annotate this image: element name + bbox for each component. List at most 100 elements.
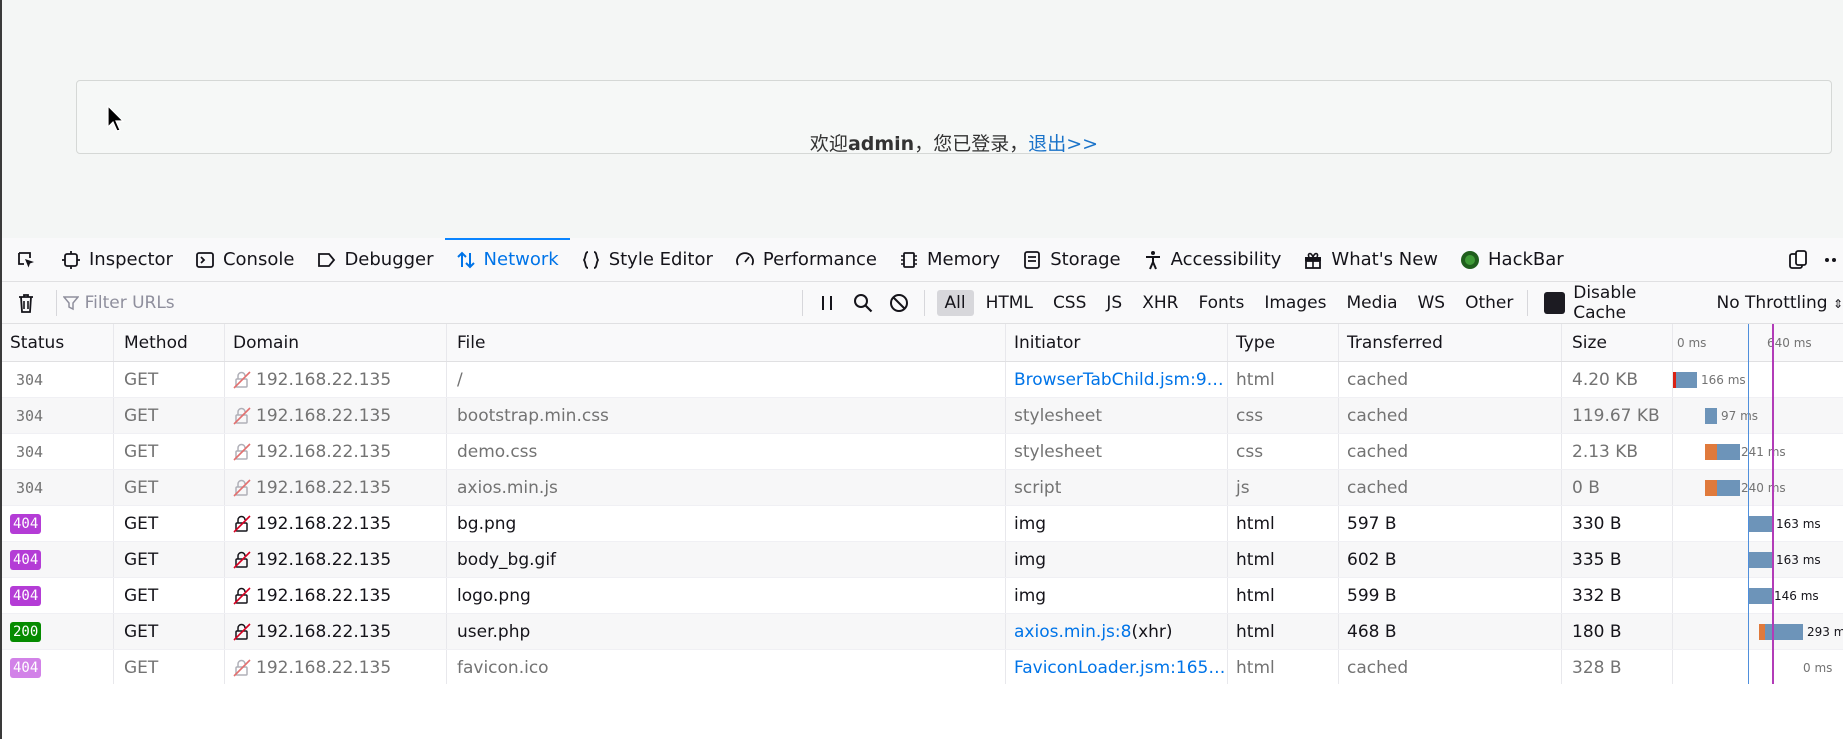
pause-button[interactable] — [809, 294, 845, 312]
filter-images-button[interactable]: Images — [1256, 290, 1334, 316]
insecure-lock-icon — [233, 442, 251, 461]
domain-cell: 192.168.22.135 — [225, 542, 447, 577]
table-row[interactable]: 404 GET 192.168.22.135 favicon.ico Favic… — [2, 650, 1843, 686]
table-row[interactable]: 304 GET 192.168.22.135 / BrowserTabChild… — [2, 362, 1843, 398]
method-cell: GET — [114, 506, 225, 541]
tab-network[interactable]: Network — [444, 238, 570, 281]
responsive-design-icon[interactable] — [1787, 249, 1809, 271]
column-header-status[interactable]: Status — [2, 324, 114, 361]
waterfall-cell: 97 ms — [1673, 398, 1843, 433]
gift-icon — [1305, 252, 1322, 269]
waterfall-receive-bar — [1676, 372, 1697, 388]
type-cell: html — [1228, 362, 1339, 397]
table-row[interactable]: 404 GET 192.168.22.135 logo.png img html… — [2, 578, 1843, 614]
throttling-select[interactable]: No Throttling ⇕ — [1717, 293, 1843, 313]
filter-html-button[interactable]: HTML — [978, 290, 1041, 316]
tab-console[interactable]: Console — [184, 238, 305, 281]
tab-inspector[interactable]: Inspector — [50, 238, 184, 281]
tab-debugger[interactable]: Debugger — [305, 238, 444, 281]
domain-text: 192.168.22.135 — [256, 621, 392, 642]
tab-memory[interactable]: Memory — [888, 238, 1011, 281]
column-header-transferred[interactable]: Transferred — [1339, 324, 1562, 361]
block-icon — [890, 293, 909, 312]
table-row[interactable]: 404 GET 192.168.22.135 bg.png img html 5… — [2, 506, 1843, 542]
select-arrows-icon: ⇕ — [1832, 296, 1843, 311]
tab-label: Style Editor — [608, 249, 713, 270]
type-cell: html — [1228, 578, 1339, 613]
column-header-method[interactable]: Method — [114, 324, 225, 361]
element-picker-button[interactable] — [2, 238, 50, 281]
size-cell: 330 B — [1562, 506, 1673, 541]
filter-xhr-button[interactable]: XHR — [1134, 290, 1186, 316]
column-header-file[interactable]: File — [447, 324, 1006, 361]
waterfall-time: 97 ms — [1721, 409, 1759, 423]
method-cell: GET — [114, 470, 225, 505]
initiator-link[interactable]: BrowserTabChild.jsm:98 (... — [1014, 370, 1227, 390]
column-header-type[interactable]: Type — [1228, 324, 1339, 361]
search-button[interactable] — [845, 293, 881, 313]
table-row[interactable]: 200 GET 192.168.22.135 user.php axios.mi… — [2, 614, 1843, 650]
initiator-cell: stylesheet — [1006, 434, 1228, 469]
filter-js-button[interactable]: JS — [1098, 290, 1130, 316]
more-options-icon[interactable] — [1823, 249, 1837, 271]
tab-label: What's New — [1331, 249, 1439, 270]
column-header-waterfall[interactable]: 0 ms 640 ms — [1673, 324, 1843, 361]
tab-label: Debugger — [344, 249, 434, 270]
table-row[interactable]: 304 GET 192.168.22.135 demo.css styleshe… — [2, 434, 1843, 470]
trash-icon — [18, 293, 33, 313]
pause-icon — [822, 295, 833, 310]
waterfall-time: 166 ms — [1701, 373, 1746, 387]
logout-link[interactable]: 退出>> — [1028, 133, 1098, 155]
tab-hackbar[interactable]: HackBar — [1449, 238, 1575, 281]
disable-cache-checkbox[interactable]: Disable Cache — [1544, 283, 1688, 323]
initiator-link[interactable]: FaviconLoader.jsm:165 (i... — [1014, 658, 1227, 678]
filter-urls-input[interactable] — [84, 292, 785, 313]
waterfall-blocked-bar — [1705, 444, 1717, 460]
table-row[interactable]: 304 GET 192.168.22.135 axios.min.js scri… — [2, 470, 1843, 506]
clear-requests-button[interactable] — [2, 292, 50, 314]
filter-all-button[interactable]: All — [936, 289, 974, 316]
element-picker-icon — [18, 251, 34, 267]
welcome-username: admin — [847, 133, 915, 155]
toolbar-separator — [802, 289, 803, 316]
welcome-suffix: ，您已登录， — [914, 133, 1029, 155]
initiator-link[interactable]: axios.min.js:8 — [1014, 622, 1131, 642]
status-cell: 200 — [2, 614, 114, 649]
domain-text: 192.168.22.135 — [256, 585, 392, 606]
domain-text: 192.168.22.135 — [256, 513, 392, 534]
status-badge: 404 — [10, 549, 42, 570]
tab-style-editor[interactable]: Style Editor — [570, 238, 724, 281]
tab-whats-new[interactable]: What's New — [1292, 238, 1449, 281]
column-header-initiator[interactable]: Initiator — [1006, 324, 1228, 361]
tab-label: Storage — [1050, 249, 1121, 270]
tab-accessibility[interactable]: Accessibility — [1132, 238, 1293, 281]
status-cell: 304 — [2, 470, 114, 505]
filter-fonts-button[interactable]: Fonts — [1190, 290, 1252, 316]
column-header-size[interactable]: Size — [1562, 324, 1673, 361]
method-cell: GET — [114, 434, 225, 469]
block-urls-button[interactable] — [881, 293, 917, 313]
waterfall-cell: 146 ms — [1673, 578, 1843, 613]
waterfall-time: 146 ms — [1774, 589, 1819, 603]
domain-cell: 192.168.22.135 — [225, 398, 447, 433]
initiator-cell: stylesheet — [1006, 398, 1228, 433]
tab-performance[interactable]: Performance — [724, 238, 888, 281]
table-row[interactable]: 404 GET 192.168.22.135 body_bg.gif img h… — [2, 542, 1843, 578]
filter-other-button[interactable]: Other — [1457, 290, 1521, 316]
welcome-prefix: 欢迎 — [809, 133, 848, 155]
column-header-domain[interactable]: Domain — [225, 324, 447, 361]
table-row[interactable]: 304 GET 192.168.22.135 bootstrap.min.css… — [2, 398, 1843, 434]
filter-ws-button[interactable]: WS — [1410, 290, 1454, 316]
domain-text: 192.168.22.135 — [256, 369, 392, 390]
status-cell: 404 — [2, 578, 114, 613]
table-header: Status Method Domain File Initiator Type… — [2, 324, 1843, 362]
tab-storage[interactable]: Storage — [1011, 238, 1131, 281]
waterfall-receive-bar — [1749, 588, 1772, 604]
mouse-cursor-icon — [107, 105, 125, 132]
hackbar-icon — [1461, 250, 1480, 269]
initiator-text: img — [1014, 585, 1047, 606]
file-cell: axios.min.js — [447, 470, 1006, 505]
filter-media-button[interactable]: Media — [1338, 290, 1405, 316]
filter-css-button[interactable]: CSS — [1045, 290, 1094, 316]
type-cell: html — [1228, 506, 1339, 541]
